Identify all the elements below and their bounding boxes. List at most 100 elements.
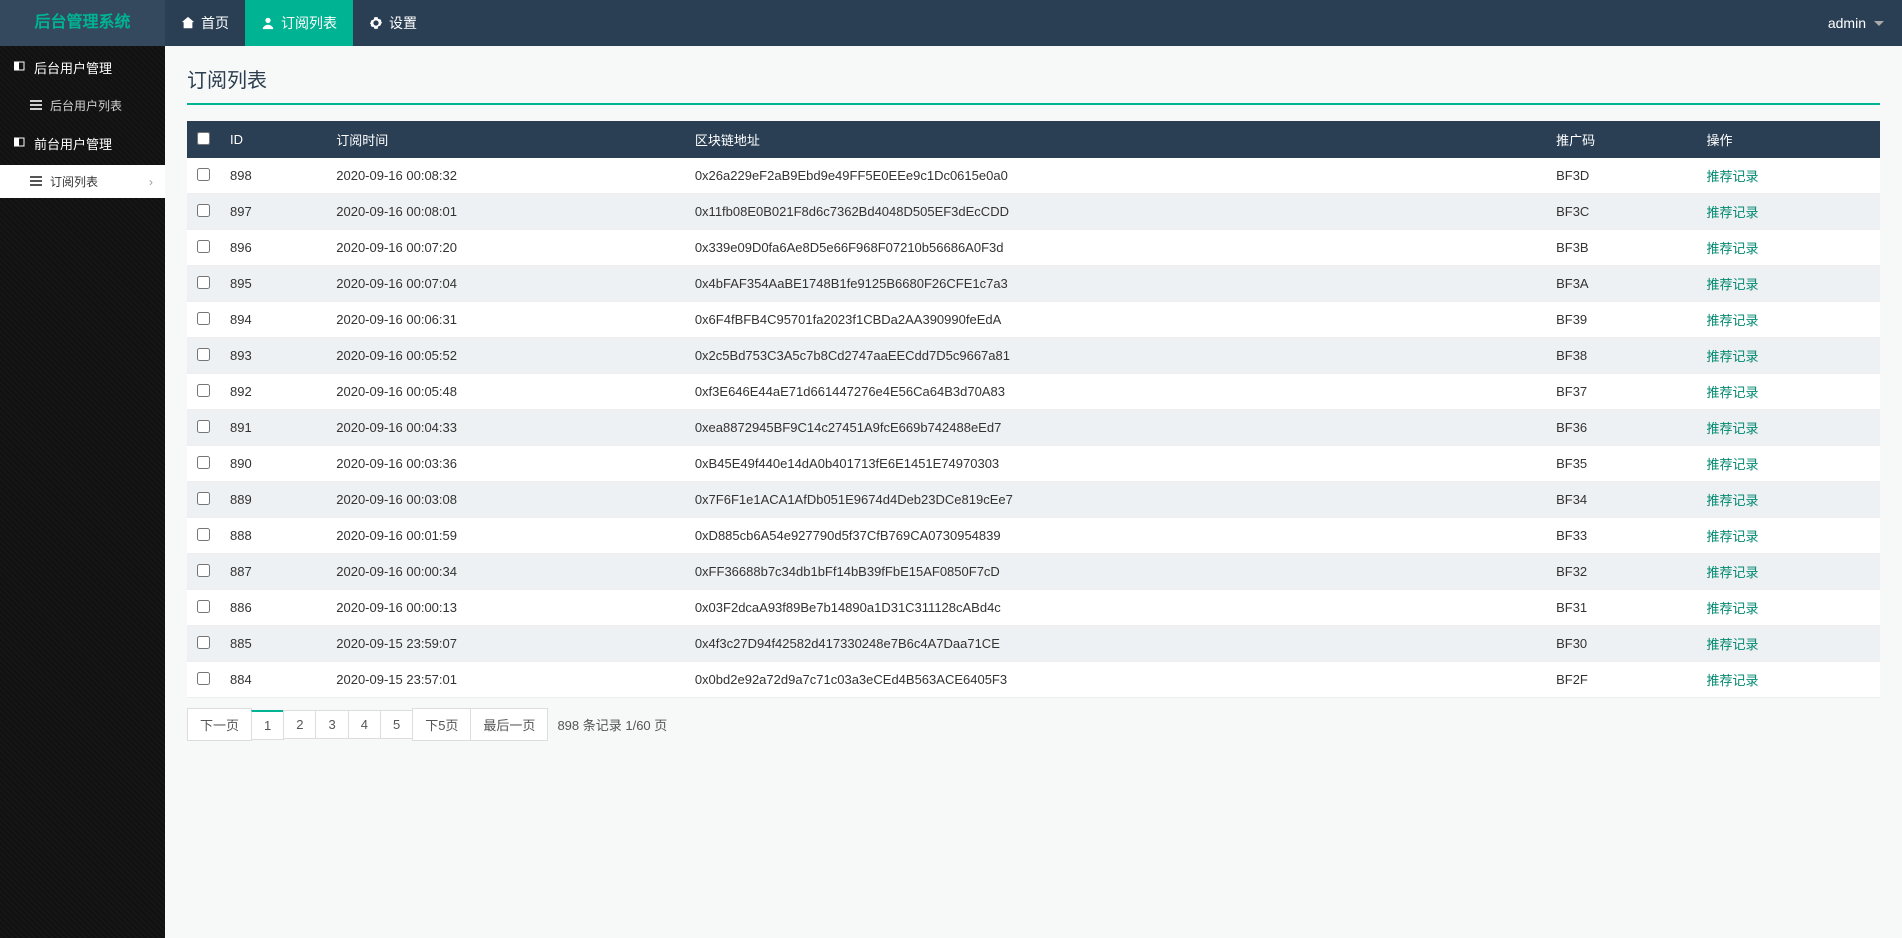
table-row: 8852020-09-15 23:59:070x4f3c27D94f42582d… [187,626,1880,662]
cell-time: 2020-09-16 00:01:59 [326,518,685,554]
sidebar-item-label: 后台用户列表 [50,97,122,114]
cell-time: 2020-09-15 23:57:01 [326,662,685,698]
table-row: 8882020-09-16 00:01:590xD885cb6A54e92779… [187,518,1880,554]
table-row: 8902020-09-16 00:03:360xB45E49f440e14dA0… [187,446,1880,482]
recommend-link[interactable]: 推荐记录 [1706,529,1758,544]
cell-code: BF3D [1546,158,1696,194]
toggle-icon [14,136,26,151]
sidebar-item[interactable]: 后台用户列表 [0,89,165,122]
recommend-link[interactable]: 推荐记录 [1706,205,1758,220]
cell-id: 884 [220,662,326,698]
recommend-link[interactable]: 推荐记录 [1706,421,1758,436]
recommend-link[interactable]: 推荐记录 [1706,241,1758,256]
cell-address: 0x2c5Bd753C3A5c7b8Cd2747aaEECdd7D5c9667a… [685,338,1546,374]
cell-time: 2020-09-16 00:00:13 [326,590,685,626]
pager-button[interactable]: 下一页 [187,708,252,741]
recommend-link[interactable]: 推荐记录 [1706,313,1758,328]
table-row: 8942020-09-16 00:06:310x6F4fBFB4C95701fa… [187,302,1880,338]
nav-home[interactable]: 首页 [165,0,245,46]
row-checkbox[interactable] [197,348,210,361]
cell-code: BF31 [1546,590,1696,626]
cell-address: 0x11fb08E0B021F8d6c7362Bd4048D505EF3dEcC… [685,194,1546,230]
cell-time: 2020-09-15 23:59:07 [326,626,685,662]
cell-address: 0x6F4fBFB4C95701fa2023f1CBDa2AA390990feE… [685,302,1546,338]
cell-time: 2020-09-16 00:00:34 [326,554,685,590]
row-checkbox[interactable] [197,492,210,505]
cell-address: 0xea8872945BF9C14c27451A9fcE669b742488eE… [685,410,1546,446]
row-checkbox[interactable] [197,600,210,613]
cell-code: BF32 [1546,554,1696,590]
cell-time: 2020-09-16 00:07:04 [326,266,685,302]
pager-button[interactable]: 下5页 [412,708,471,741]
cell-id: 895 [220,266,326,302]
header: 后台管理系统 首页订阅列表设置 admin [0,0,1902,46]
recommend-link[interactable]: 推荐记录 [1706,277,1758,292]
nav-settings[interactable]: 设置 [353,0,433,46]
cell-code: BF37 [1546,374,1696,410]
pager-button[interactable]: 5 [380,710,413,739]
recommend-link[interactable]: 推荐记录 [1706,349,1758,364]
user-name: admin [1828,15,1866,31]
row-checkbox[interactable] [197,240,210,253]
cell-code: BF35 [1546,446,1696,482]
recommend-link[interactable]: 推荐记录 [1706,169,1758,184]
row-checkbox[interactable] [197,564,210,577]
cell-id: 888 [220,518,326,554]
column-header: 推广码 [1546,121,1696,158]
user-icon [261,16,275,30]
recommend-link[interactable]: 推荐记录 [1706,385,1758,400]
gear-icon [369,16,383,30]
column-header: ID [220,121,326,158]
cell-code: BF30 [1546,626,1696,662]
cell-code: BF3C [1546,194,1696,230]
recommend-link[interactable]: 推荐记录 [1706,601,1758,616]
nav-label: 首页 [201,13,229,33]
pager-info: 898 条记录 1/60 页 [557,715,667,734]
row-checkbox[interactable] [197,456,210,469]
table-row: 8952020-09-16 00:07:040x4bFAF354AaBE1748… [187,266,1880,302]
cell-address: 0x0bd2e92a72d9a7c71c03a3eCEd4B563ACE6405… [685,662,1546,698]
row-checkbox[interactable] [197,204,210,217]
nav-label: 设置 [389,13,417,33]
recommend-link[interactable]: 推荐记录 [1706,493,1758,508]
nav-subscriptions[interactable]: 订阅列表 [245,0,353,46]
recommend-link[interactable]: 推荐记录 [1706,565,1758,580]
pager-button[interactable]: 2 [283,710,316,739]
row-checkbox[interactable] [197,672,210,685]
row-checkbox[interactable] [197,636,210,649]
pager-button[interactable]: 3 [315,710,348,739]
row-checkbox[interactable] [197,168,210,181]
table-row: 8892020-09-16 00:03:080x7F6F1e1ACA1AfDb0… [187,482,1880,518]
row-checkbox[interactable] [197,312,210,325]
row-checkbox[interactable] [197,384,210,397]
list-icon [30,175,42,189]
cell-time: 2020-09-16 00:07:20 [326,230,685,266]
sidebar-item[interactable]: 订阅列表 [0,165,165,198]
recommend-link[interactable]: 推荐记录 [1706,457,1758,472]
topnav: 首页订阅列表 设置 [165,0,433,46]
recommend-link[interactable]: 推荐记录 [1706,673,1758,688]
recommend-link[interactable]: 推荐记录 [1706,637,1758,652]
table-row: 8862020-09-16 00:00:130x03F2dcaA93f89Be7… [187,590,1880,626]
row-checkbox[interactable] [197,276,210,289]
pager-button[interactable]: 4 [348,710,381,739]
cell-code: BF33 [1546,518,1696,554]
cell-id: 890 [220,446,326,482]
select-all-checkbox[interactable] [197,132,210,145]
sidebar-group[interactable]: 后台用户管理 [0,46,165,89]
pager-button[interactable]: 最后一页 [470,708,548,741]
row-checkbox[interactable] [197,528,210,541]
cell-time: 2020-09-16 00:08:01 [326,194,685,230]
pager-button[interactable]: 1 [251,710,284,740]
cell-id: 897 [220,194,326,230]
table-row: 8912020-09-16 00:04:330xea8872945BF9C14c… [187,410,1880,446]
cell-id: 885 [220,626,326,662]
cell-id: 886 [220,590,326,626]
list-icon [30,99,42,113]
cell-id: 894 [220,302,326,338]
user-menu[interactable]: admin [1828,15,1884,31]
sidebar-group-label: 后台用户管理 [34,58,112,77]
row-checkbox[interactable] [197,420,210,433]
cell-time: 2020-09-16 00:06:31 [326,302,685,338]
sidebar-group[interactable]: 前台用户管理 [0,122,165,165]
